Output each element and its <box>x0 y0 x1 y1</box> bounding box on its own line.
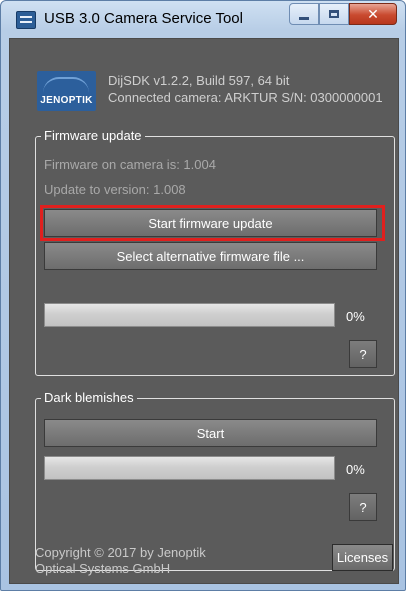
app-window: USB 3.0 Camera Service Tool ✕ JENOPTIK D… <box>0 0 406 591</box>
firmware-update-legend: Firmware update <box>41 128 145 144</box>
device-info: DijSDK v1.2.2, Build 597, 64 bit Connect… <box>108 72 383 106</box>
close-icon: ✕ <box>367 5 379 22</box>
copyright-text: Copyright © 2017 by Jenoptik Optical Sys… <box>35 545 206 577</box>
firmware-target-text: Update to version: 1.008 <box>44 182 186 197</box>
maximize-button[interactable] <box>319 3 349 25</box>
maximize-icon <box>329 10 339 18</box>
minimize-icon <box>299 16 309 20</box>
camera-info: Connected camera: ARKTUR S/N: 0300000001 <box>108 90 383 105</box>
logo-arc <box>43 77 89 93</box>
app-icon <box>16 11 36 29</box>
client-area: JENOPTIK DijSDK v1.2.2, Build 597, 64 bi… <box>9 38 399 584</box>
start-firmware-update-button[interactable]: Start firmware update <box>44 209 377 237</box>
firmware-help-button[interactable]: ? <box>349 340 377 368</box>
dark-blemishes-progress-text: 0% <box>346 462 365 477</box>
close-button[interactable]: ✕ <box>349 3 397 25</box>
firmware-update-group: Firmware update Firmware on camera is: 1… <box>35 128 395 376</box>
dark-blemishes-start-button[interactable]: Start <box>44 419 377 447</box>
caption-buttons: ✕ <box>289 3 397 25</box>
minimize-button[interactable] <box>289 3 319 25</box>
firmware-progress-text: 0% <box>346 309 365 324</box>
sdk-info: DijSDK v1.2.2, Build 597, 64 bit <box>108 73 290 88</box>
dark-blemishes-legend: Dark blemishes <box>41 390 137 406</box>
dark-blemishes-help-button[interactable]: ? <box>349 493 377 521</box>
window-title: USB 3.0 Camera Service Tool <box>44 10 243 27</box>
dark-blemishes-progress-bar <box>44 456 335 480</box>
firmware-current-text: Firmware on camera is: 1.004 <box>44 157 216 172</box>
copyright-line-2: Optical Systems GmbH <box>35 561 171 576</box>
select-firmware-file-button[interactable]: Select alternative firmware file ... <box>44 242 377 270</box>
jenoptik-logo: JENOPTIK <box>37 71 96 111</box>
title-bar[interactable]: USB 3.0 Camera Service Tool ✕ <box>1 1 405 37</box>
logo-text: JENOPTIK <box>40 95 93 106</box>
firmware-progress-bar <box>44 303 335 327</box>
licenses-button[interactable]: Licenses <box>332 544 393 571</box>
copyright-line-1: Copyright © 2017 by Jenoptik <box>35 545 206 560</box>
